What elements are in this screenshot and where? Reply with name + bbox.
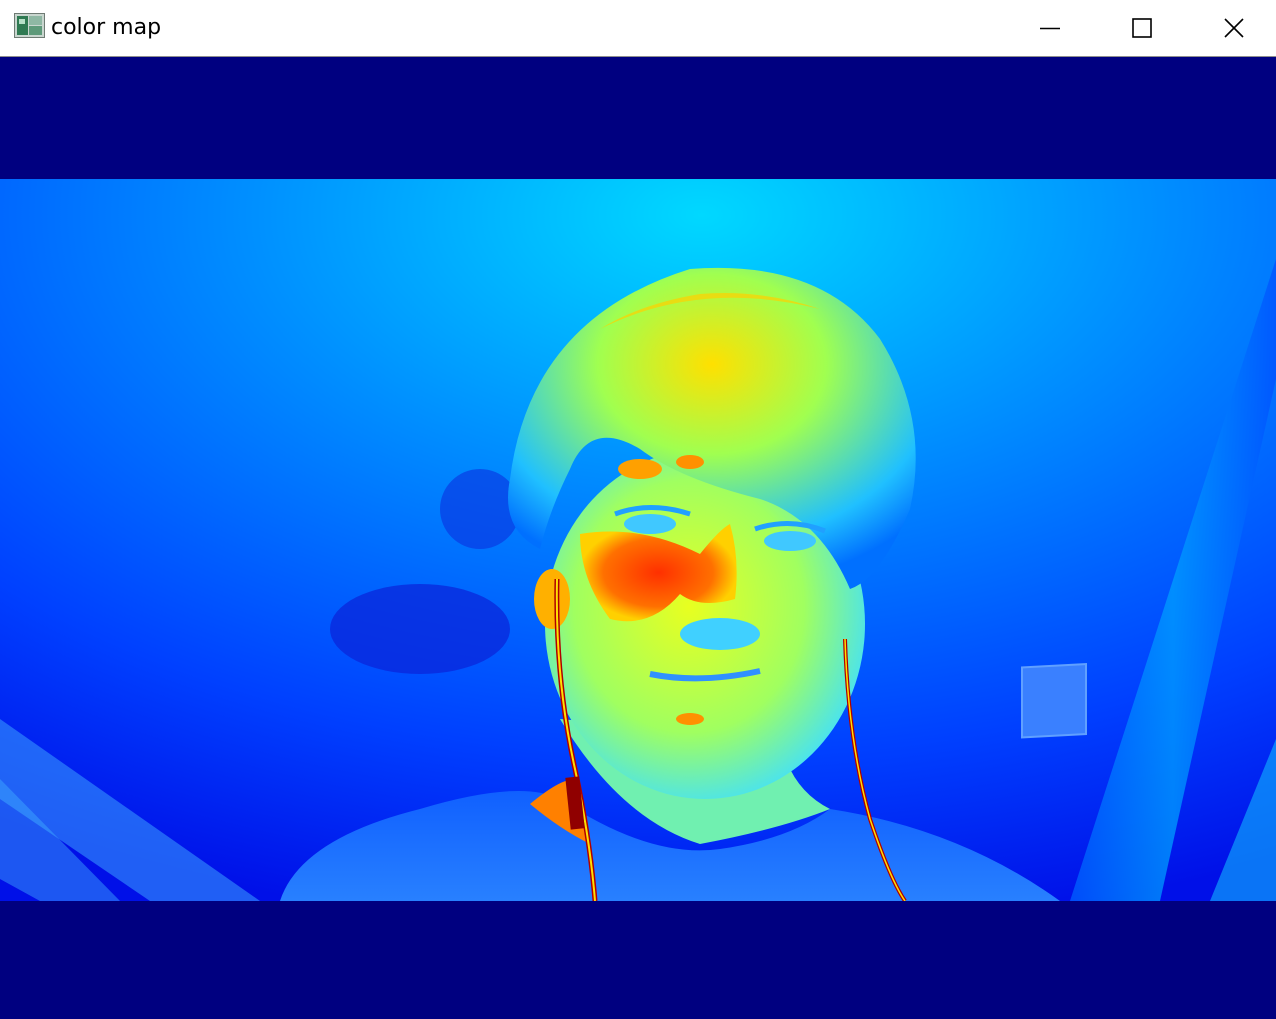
minimize-button[interactable] (1004, 0, 1096, 56)
app-window: color map (0, 0, 1276, 1019)
title-bar[interactable]: color map (0, 0, 1276, 57)
maximize-icon (1132, 18, 1152, 38)
minimize-icon (1040, 27, 1060, 30)
opencv-window-icon (14, 13, 45, 38)
close-icon (1224, 18, 1244, 38)
maximize-button[interactable] (1096, 0, 1188, 56)
colormap-webcam-frame (0, 179, 1276, 901)
window-title: color map (51, 15, 162, 40)
image-canvas[interactable] (0, 57, 1276, 1019)
close-button[interactable] (1188, 0, 1276, 56)
